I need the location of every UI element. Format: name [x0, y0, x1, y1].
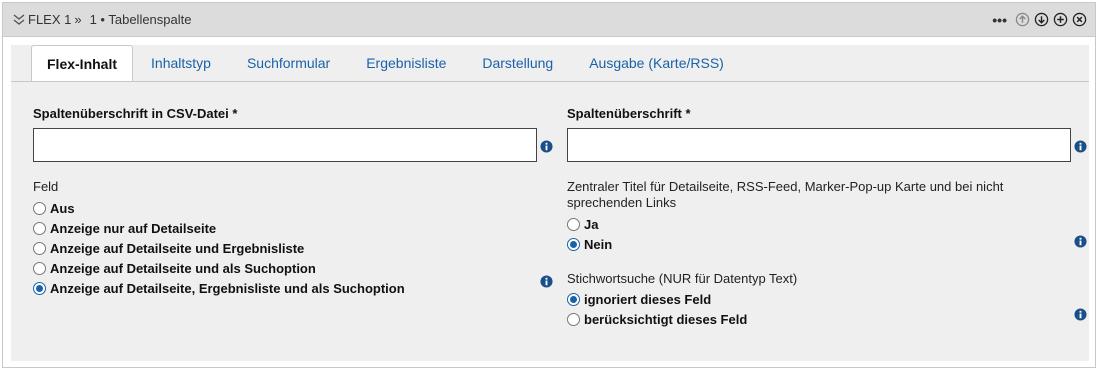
radio-label: Nein	[584, 236, 613, 252]
radio-label: Anzeige auf Detailseite, Ergebnisliste u…	[50, 280, 405, 296]
field-option-detail-results-search[interactable]: Anzeige auf Detailseite, Ergebnisliste u…	[33, 279, 405, 297]
tab-content: Spaltenüberschrift in CSV-Datei * Feld A…	[11, 81, 1089, 361]
field-option-detail-search[interactable]: Anzeige auf Detailseite und als Suchopti…	[33, 259, 316, 277]
radio-button[interactable]	[33, 261, 46, 275]
column-heading-input[interactable]	[567, 128, 1071, 162]
tab-container: Flex-Inhalt Inhaltstyp Suchformular Erge…	[11, 45, 1089, 361]
radio-label: Anzeige auf Detailseite und Ergebnislist…	[50, 240, 305, 256]
radio-button[interactable]	[567, 292, 580, 306]
tab-flex-inhalt[interactable]: Flex-Inhalt	[31, 45, 134, 81]
header-actions: •••	[992, 12, 1087, 27]
keyword-option-consider[interactable]: berücksichtigt dieses Feld	[567, 310, 747, 328]
panel-title: FLEX 1	[28, 12, 72, 27]
plus-circle-icon[interactable]	[1053, 12, 1068, 27]
tab-ausgabe[interactable]: Ausgabe (Karte/RSS)	[571, 45, 742, 81]
radio-button[interactable]	[567, 217, 580, 231]
close-circle-icon[interactable]	[1072, 12, 1087, 27]
field-option-aus[interactable]: Aus	[33, 199, 75, 217]
central-title-option-ja[interactable]: Ja	[567, 215, 598, 233]
tab-darstellung[interactable]: Darstellung	[464, 45, 571, 81]
radio-button[interactable]	[567, 312, 580, 326]
keyword-option-ignore[interactable]: ignoriert dieses Feld	[567, 290, 711, 308]
chevron-double-down-icon[interactable]	[13, 13, 25, 26]
tab-inhaltstyp[interactable]: Inhaltstyp	[133, 45, 229, 81]
tab-bar: Flex-Inhalt Inhaltstyp Suchformular Erge…	[31, 45, 742, 81]
radio-button[interactable]	[33, 201, 46, 215]
tab-ergebnisliste[interactable]: Ergebnisliste	[348, 45, 464, 81]
panel-header: FLEX 1 » 1 • Tabellenspalte •••	[3, 3, 1095, 37]
radio-button[interactable]	[33, 241, 46, 255]
radio-button[interactable]	[33, 281, 46, 295]
info-icon[interactable]	[540, 140, 553, 153]
tab-suchformular[interactable]: Suchformular	[229, 45, 348, 81]
radio-label: Ja	[584, 216, 599, 232]
info-icon[interactable]	[1074, 308, 1087, 321]
csv-heading-input[interactable]	[33, 128, 537, 162]
csv-heading-label: Spaltenüberschrift in CSV-Datei *	[33, 106, 238, 121]
central-title-label: Zentraler Titel für Detailseite, RSS-Fee…	[567, 179, 1004, 210]
more-icon[interactable]: •••	[992, 13, 1007, 27]
field-option-detail-only[interactable]: Anzeige nur auf Detailseite	[33, 219, 216, 237]
radio-label: Anzeige auf Detailseite und als Suchopti…	[50, 260, 316, 276]
field-option-detail-results[interactable]: Anzeige auf Detailseite und Ergebnislist…	[33, 239, 304, 257]
field-label: Feld	[33, 179, 59, 194]
info-icon[interactable]	[1074, 140, 1087, 153]
info-icon[interactable]	[1074, 235, 1087, 248]
arrow-down-circle-icon[interactable]	[1034, 12, 1049, 27]
radio-label: ignoriert dieses Feld	[584, 291, 712, 307]
central-title-option-nein[interactable]: Nein	[567, 235, 612, 253]
panel-subtitle: 1 • Tabellenspalte	[89, 12, 192, 27]
radio-button[interactable]	[567, 237, 580, 251]
keyword-search-label: Stichwortsuche (NUR für Datentyp Text)	[567, 271, 798, 286]
column-heading-label: Spaltenüberschrift *	[567, 106, 691, 121]
radio-button[interactable]	[33, 221, 46, 235]
radio-label: Anzeige nur auf Detailseite	[50, 220, 217, 236]
breadcrumb-separator: »	[74, 12, 82, 27]
info-icon[interactable]	[540, 275, 553, 288]
radio-label: Aus	[50, 200, 75, 216]
radio-label: berücksichtigt dieses Feld	[584, 311, 748, 327]
arrow-up-circle-icon[interactable]	[1015, 12, 1030, 27]
flex-panel: FLEX 1 » 1 • Tabellenspalte ••• Flex-Inh…	[2, 2, 1096, 368]
